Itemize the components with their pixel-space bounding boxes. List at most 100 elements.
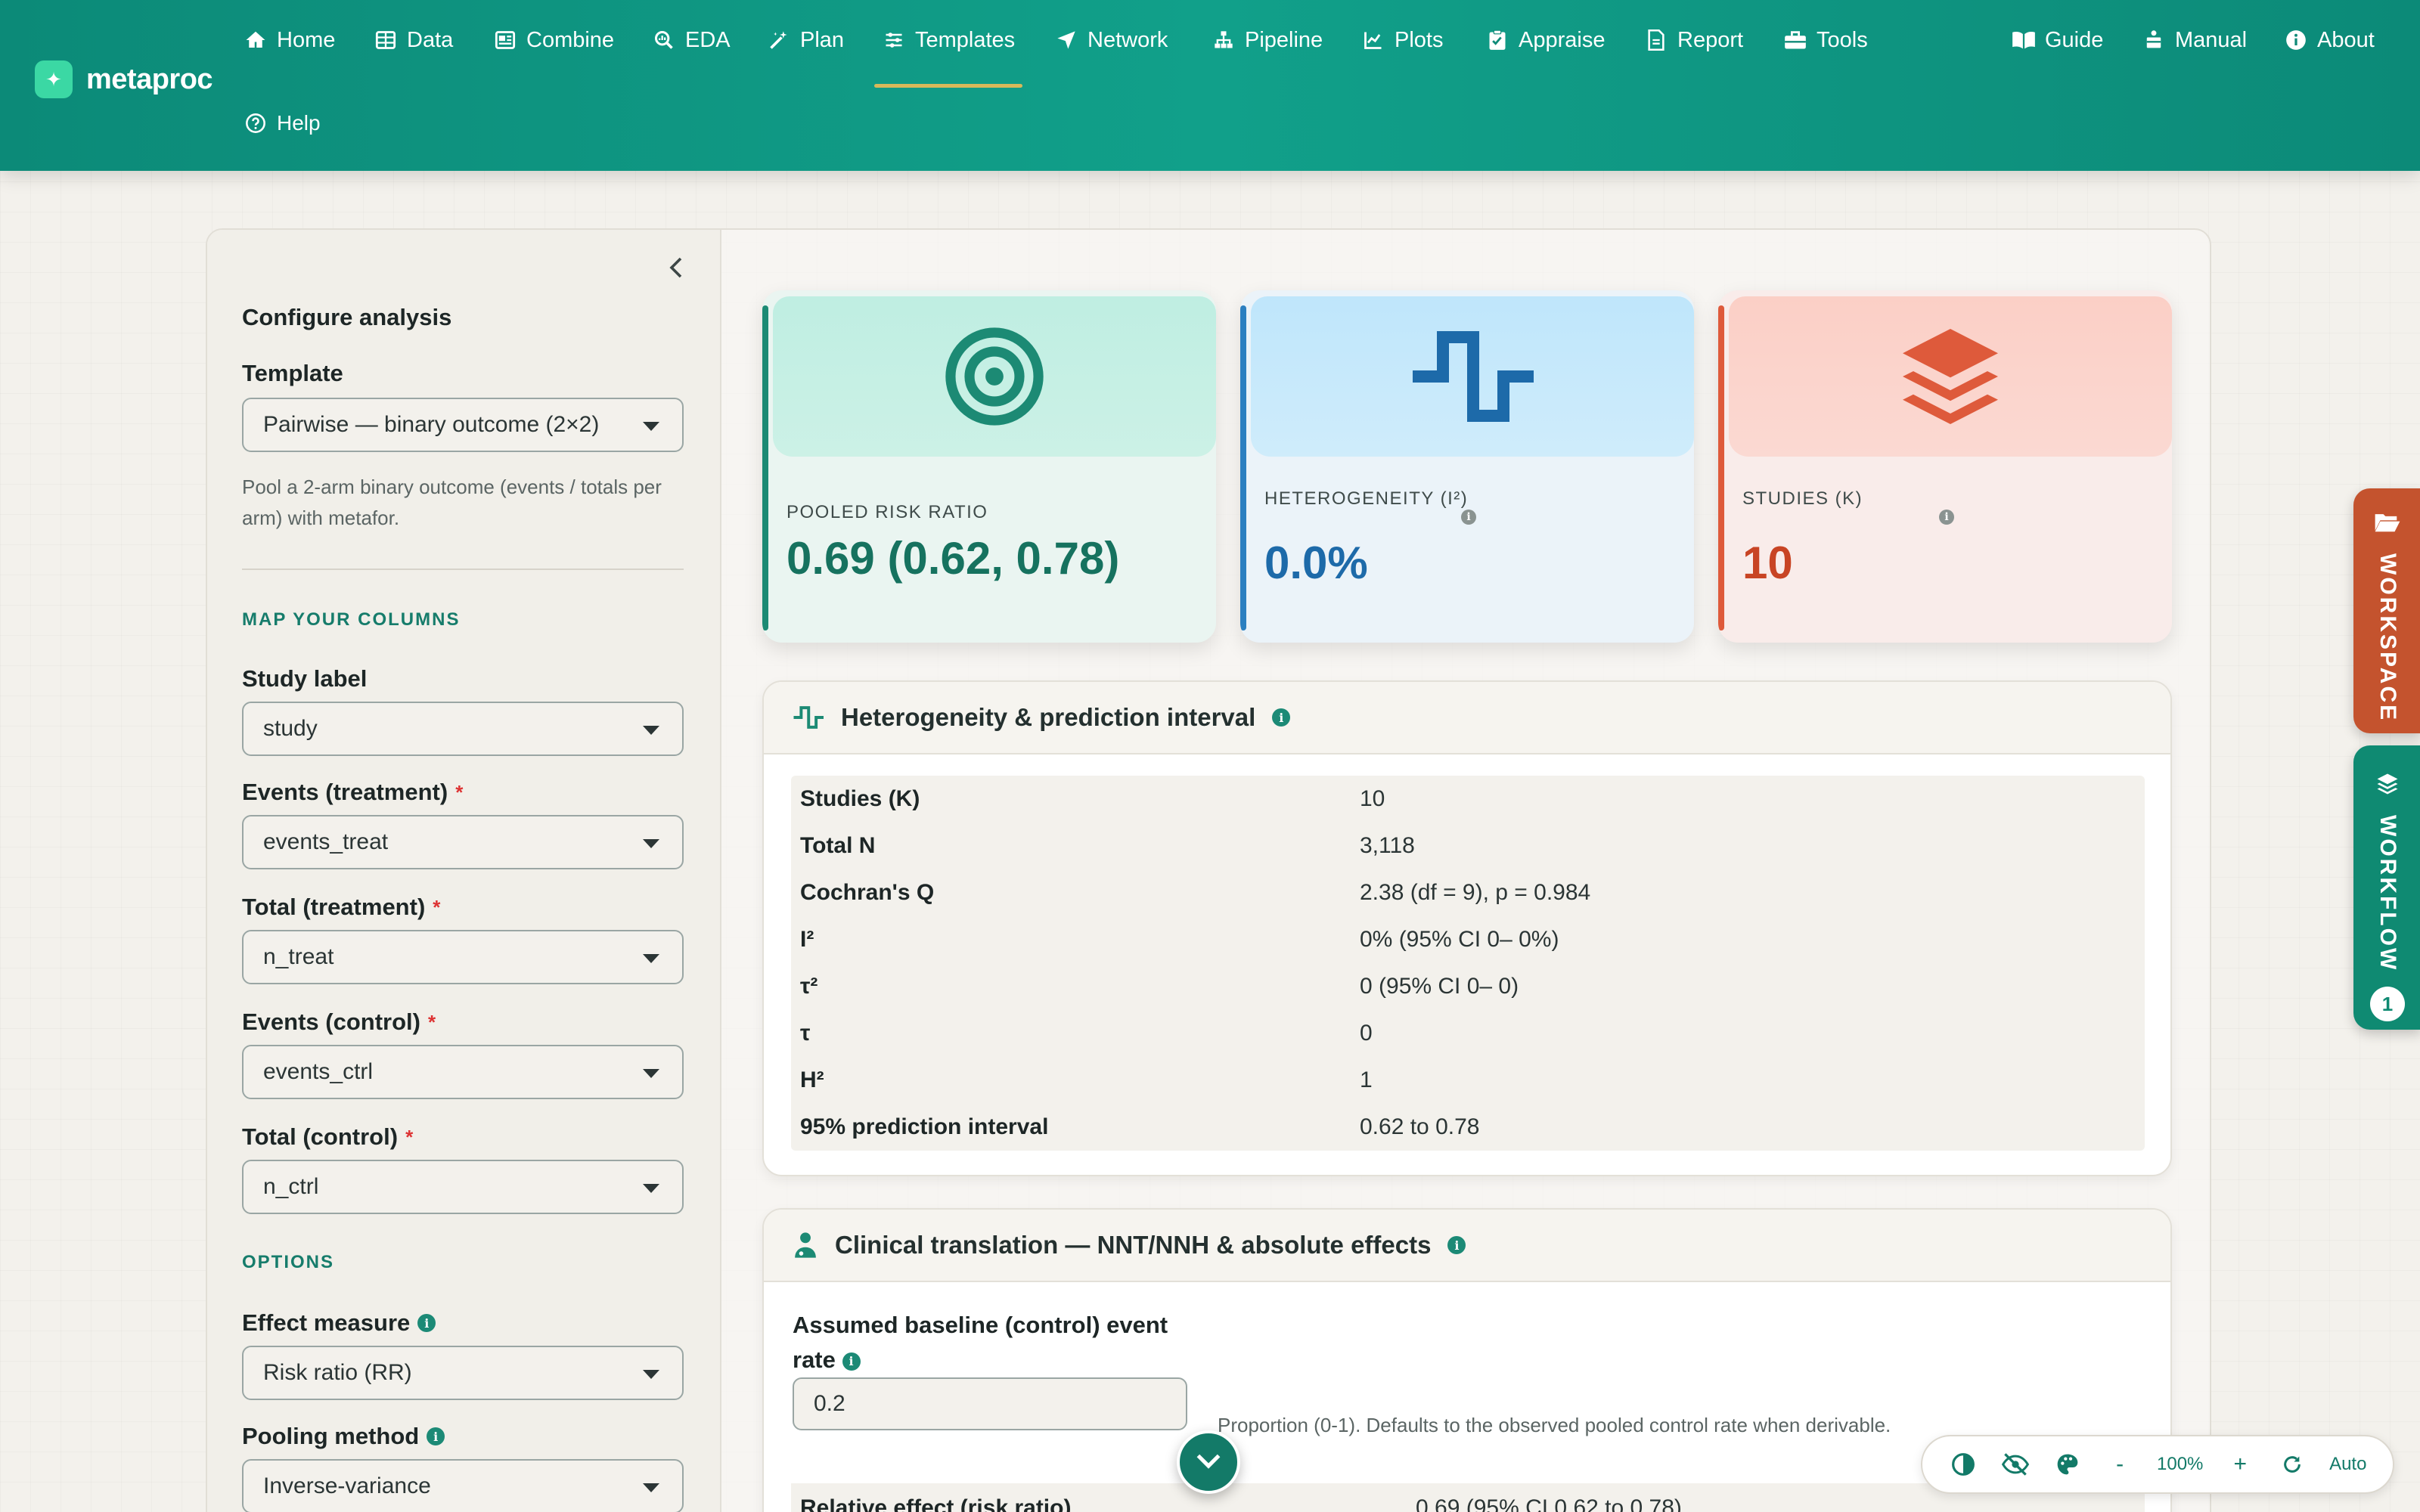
nav-label: Guide [2045,27,2104,52]
info-icon[interactable]: i [1447,1236,1466,1254]
info-icon [2284,28,2308,52]
nav-label: Help [277,111,321,135]
nav-home[interactable]: Home [244,21,335,59]
caret-down-icon [643,726,659,735]
events-control-select[interactable]: events_ctrl [242,1045,684,1099]
line-chart-icon [1361,28,1385,52]
workflow-tab[interactable]: WORKFLOW 1 [2353,745,2420,1030]
nav-label: Report [1677,27,1744,52]
workspace-tab-label: WORKSPACE [2375,553,2400,723]
question-icon [244,111,268,135]
nav-data[interactable]: Data [374,21,453,59]
info-icon[interactable]: i [842,1352,861,1371]
table-row: I² 0% (95% CI 0– 0%) [800,927,1559,952]
panel-header[interactable]: Clinical translation — NNT/NNH & absolut… [764,1210,2170,1282]
nav-help[interactable]: Help [244,104,321,142]
baseline-rate-hint: Proportion (0-1). Defaults to the observ… [1218,1414,1891,1436]
reset-zoom-button[interactable] [2277,1449,2307,1479]
zoom-level: 100% [2157,1454,2204,1474]
card-value: 0.0% [1264,538,1368,588]
nav-pipeline[interactable]: Pipeline [1212,21,1323,59]
info-icon[interactable]: i [1272,708,1291,727]
nav-eda[interactable]: EDA [652,21,731,59]
nav-label: Home [277,27,336,52]
zoom-in-button[interactable]: + [2225,1449,2255,1479]
table-row: Studies (K) 10 [800,786,1385,811]
target-icon [945,327,1044,426]
nav-manual[interactable]: Manual [2142,21,2247,59]
auto-mode-button[interactable]: Auto [2329,1449,2366,1479]
events-treatment-select[interactable]: events_treat [242,815,684,869]
nav-appraise[interactable]: Appraise [1485,21,1605,59]
caret-down-icon [643,1069,659,1078]
nav-plots[interactable]: Plots [1361,21,1443,59]
hide-toggle-button[interactable] [2000,1449,2031,1479]
info-icon[interactable]: i [1939,510,1954,525]
baseline-rate-label: Assumed baseline (control) event rate i [793,1312,1168,1373]
total-treatment-select[interactable]: n_treat [242,930,684,984]
nav-guide[interactable]: Guide [2012,21,2103,59]
nav-combine[interactable]: Combine [493,21,614,59]
table-row: Cochran's Q 2.38 (df = 9), p = 0.984 [800,880,1591,905]
workspace-tab[interactable]: WORKSPACE [2353,488,2420,733]
effect-measure-label: Effect measure i [242,1309,436,1337]
nav-label: Data [407,27,454,52]
collapse-sidebar-button[interactable] [661,253,691,283]
chevron-down-icon [1196,1454,1221,1469]
nav-label: Tools [1817,27,1868,52]
nav-network[interactable]: Network [1054,21,1168,59]
combine-icon [493,28,517,52]
nav-plan[interactable]: Plan [767,21,844,59]
sliders-icon [882,28,906,52]
total-control-select[interactable]: n_ctrl [242,1160,684,1214]
folder-open-icon [2375,514,2400,532]
nav-report[interactable]: Report [1644,21,1743,59]
contrast-toggle-button[interactable] [1948,1449,1978,1479]
options-caption: OPTIONS [242,1252,335,1272]
table-row: Total N 3,118 [800,833,1415,858]
nav-tools[interactable]: Tools [1783,21,1868,59]
doctor-icon [795,1232,816,1258]
info-icon[interactable]: i [1461,510,1476,525]
info-icon[interactable]: i [427,1427,445,1445]
config-sidebar: Configure analysis Template Pairwise — b… [207,230,721,1512]
table-row: H² 1 [800,1067,1373,1092]
heterogeneity-card: HETEROGENEITY (I²) i 0.0% [1240,290,1694,643]
template-label: Template [242,360,343,386]
layers-icon [1903,329,1998,424]
caret-down-icon [643,1483,659,1492]
caret-down-icon [643,422,659,431]
template-select-value: Pairwise — binary outcome (2×2) [263,412,600,437]
pooling-method-select[interactable]: Inverse-variance [242,1459,684,1512]
baseline-rate-input[interactable]: 0.2 [793,1377,1187,1430]
info-icon[interactable]: i [417,1314,436,1332]
nav-label: Manual [2175,27,2248,52]
pooling-method-label: Pooling method i [242,1423,445,1450]
nav-label: Plan [800,27,845,52]
study-label-select[interactable]: study [242,702,684,756]
card-caption: HETEROGENEITY (I²) [1264,488,1469,509]
effect-measure-select[interactable]: Risk ratio (RR) [242,1346,684,1400]
nav-label: Plots [1395,27,1444,52]
zoom-out-button[interactable]: - [2105,1449,2135,1479]
template-select[interactable]: Pairwise — binary outcome (2×2) [242,398,684,452]
nav-label: Pipeline [1245,27,1323,52]
brand-name: metaproc [86,63,213,95]
clipboard-check-icon [1485,28,1509,52]
total-treatment-label: Total (treatment) * [242,894,441,920]
panel-title: Clinical translation — NNT/NNH & absolut… [835,1231,1432,1259]
brand[interactable]: ✦ metaproc [35,60,213,98]
theme-button[interactable] [2052,1449,2083,1479]
scroll-down-button[interactable] [1177,1430,1240,1494]
nav-about[interactable]: About [2284,21,2375,59]
table-row: 95% prediction interval 0.62 to 0.78 [800,1114,1480,1139]
nav-templates[interactable]: Templates [873,21,1023,88]
card-value: 10 [1742,538,1793,588]
table-row: τ² 0 (95% CI 0– 0) [800,974,1519,999]
refresh-icon [2284,1456,2301,1473]
total-control-label: Total (control) * [242,1123,414,1150]
nav-label: Templates [915,27,1016,52]
required-mark: * [433,895,441,919]
panel-header[interactable]: Heterogeneity & prediction interval i [764,682,2170,754]
studies-card: STUDIES (K) i 10 [1718,290,2172,643]
